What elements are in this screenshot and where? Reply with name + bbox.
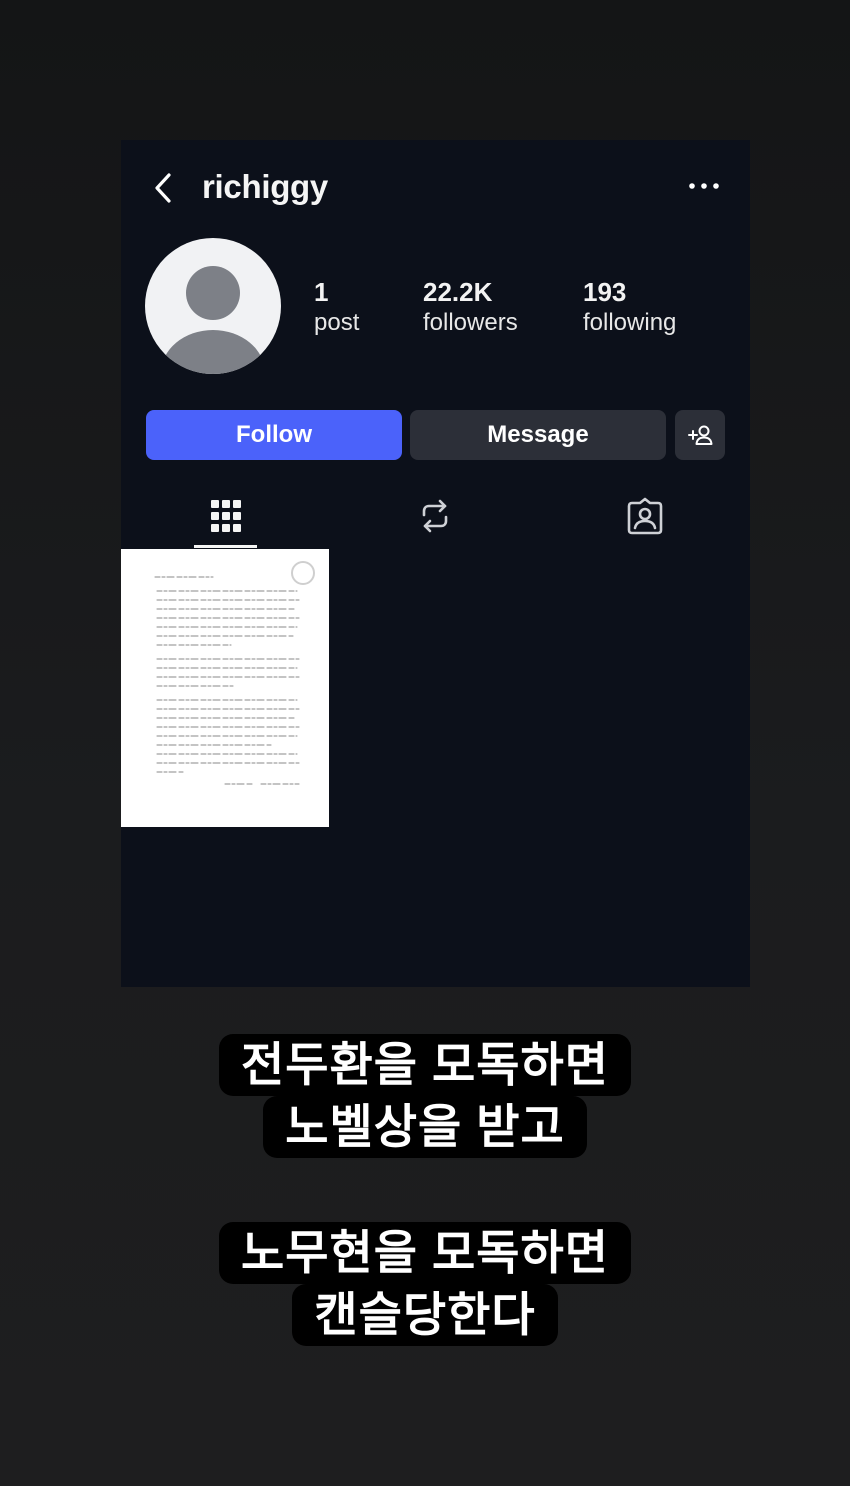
active-tab-indicator xyxy=(194,545,257,548)
profile-avatar[interactable] xyxy=(145,238,281,374)
handwritten-letter-image xyxy=(121,549,329,827)
message-button[interactable]: Message xyxy=(410,410,666,460)
story-caption-1: 전두환을 모독하면 노벨상을 받고 xyxy=(0,1034,850,1158)
profile-username: richiggy xyxy=(202,168,328,205)
stat-following-label: following xyxy=(583,309,677,336)
grid-icon xyxy=(210,500,241,532)
back-chevron-icon[interactable] xyxy=(149,170,179,206)
more-options-icon[interactable] xyxy=(687,178,721,194)
tab-reposts[interactable] xyxy=(403,484,467,548)
caption-1-line-2: 노벨상을 받고 xyxy=(263,1096,587,1158)
caption-2-line-2: 캔슬당한다 xyxy=(292,1284,558,1346)
default-avatar-icon xyxy=(161,266,265,374)
stat-posts[interactable]: 1 post xyxy=(314,276,359,338)
caption-1-line-1: 전두환을 모독하면 xyxy=(219,1034,631,1096)
suggest-users-button[interactable] xyxy=(675,410,725,460)
post-thumbnail-handwritten-letter[interactable] xyxy=(121,549,329,827)
profile-tabs xyxy=(121,484,750,548)
stat-followers[interactable]: 22.2K followers xyxy=(423,276,518,338)
tab-tagged[interactable] xyxy=(613,484,677,548)
repost-icon xyxy=(422,499,448,533)
multi-select-indicator xyxy=(291,561,315,585)
follow-button[interactable]: Follow xyxy=(146,410,402,460)
stat-following-count: 193 xyxy=(583,277,627,307)
stat-posts-label: post xyxy=(314,309,360,336)
tagged-icon xyxy=(627,497,663,535)
story-caption-2: 노무현을 모독하면 캔슬당한다 xyxy=(0,1222,850,1346)
caption-2-line-1: 노무현을 모독하면 xyxy=(219,1222,631,1284)
profile-header: richiggy xyxy=(121,140,750,236)
stat-followers-count: 22.2K xyxy=(423,277,493,307)
profile-screenshot-card: richiggy 1 post 22.2K followers 193 foll… xyxy=(121,140,750,987)
stat-posts-count: 1 xyxy=(314,277,329,307)
stat-following[interactable]: 193 following xyxy=(583,276,676,338)
add-user-icon xyxy=(688,425,713,445)
stat-followers-label: followers xyxy=(423,309,518,336)
tab-posts-grid[interactable] xyxy=(194,484,257,548)
